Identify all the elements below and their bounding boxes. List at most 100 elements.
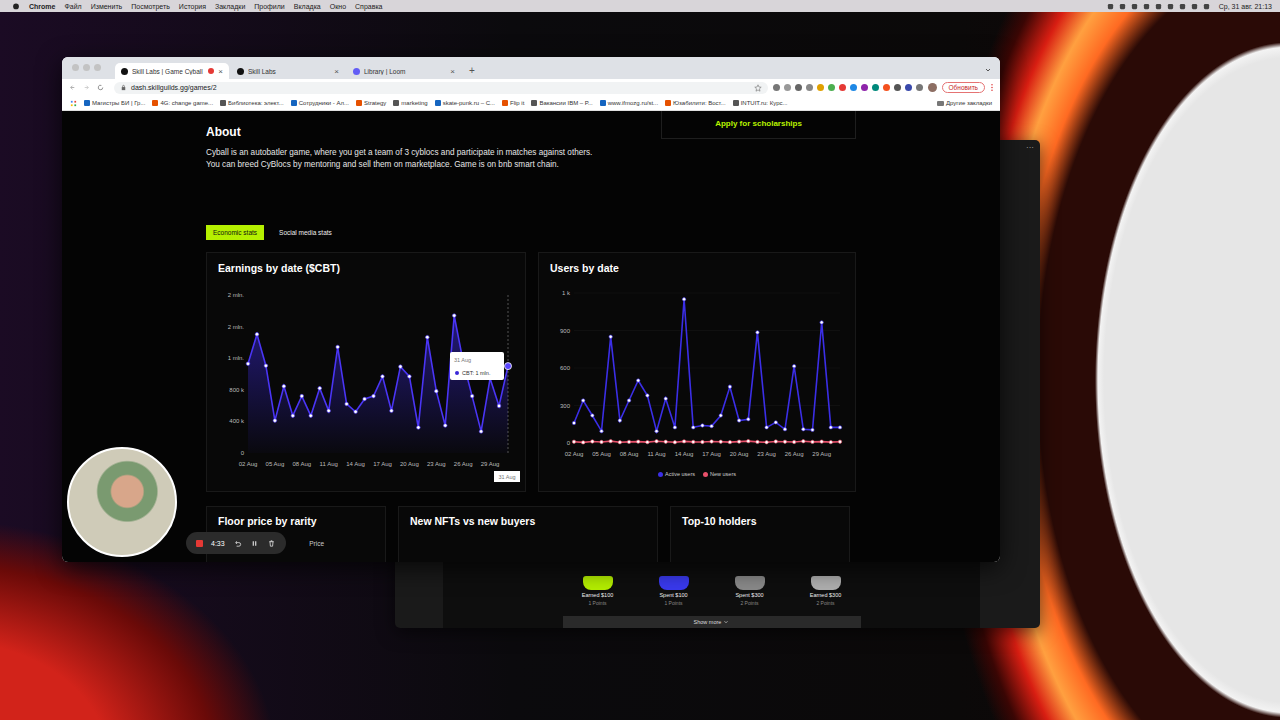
- back-arrow-icon[interactable]: [68, 83, 77, 92]
- extension-icon[interactable]: [795, 84, 802, 91]
- users-point[interactable]: [646, 440, 649, 443]
- status-icon[interactable]: [1191, 3, 1198, 10]
- users-point[interactable]: [581, 399, 584, 402]
- users-point[interactable]: [673, 441, 676, 444]
- users-point[interactable]: [692, 426, 695, 429]
- tab-close-button[interactable]: ×: [218, 67, 223, 76]
- users-point[interactable]: [637, 379, 640, 382]
- menu-item[interactable]: Закладки: [215, 3, 245, 10]
- users-point[interactable]: [792, 364, 795, 367]
- users-point[interactable]: [600, 440, 603, 443]
- menu-item[interactable]: Изменить: [91, 3, 123, 10]
- stop-recording-button[interactable]: [196, 540, 203, 547]
- earnings-point[interactable]: [408, 375, 412, 379]
- extension-icon[interactable]: [861, 84, 868, 91]
- menu-item[interactable]: Вкладка: [294, 3, 321, 10]
- bookmark-star-icon[interactable]: [754, 84, 762, 92]
- users-point[interactable]: [792, 440, 795, 443]
- apple-icon[interactable]: [12, 2, 20, 10]
- bookmark[interactable]: skate-punk.ru – С...: [435, 100, 495, 106]
- users-point[interactable]: [637, 440, 640, 443]
- earnings-point[interactable]: [443, 424, 447, 428]
- users-point[interactable]: [756, 331, 759, 334]
- other-bookmarks[interactable]: Другие закладки: [937, 100, 992, 106]
- earnings-point[interactable]: [318, 386, 322, 390]
- users-point[interactable]: [802, 428, 805, 431]
- reward-item[interactable]: Earned $1001 Points: [577, 576, 619, 606]
- new-tab-button[interactable]: +: [463, 65, 481, 79]
- earnings-point[interactable]: [426, 335, 430, 339]
- users-point[interactable]: [682, 440, 685, 443]
- earnings-point[interactable]: [372, 394, 376, 398]
- earnings-point[interactable]: [327, 409, 331, 413]
- menu-item[interactable]: Файл: [64, 3, 81, 10]
- users-point[interactable]: [783, 440, 786, 443]
- users-point[interactable]: [838, 440, 841, 443]
- earnings-point[interactable]: [479, 430, 483, 434]
- menu-item[interactable]: Профили: [254, 3, 284, 10]
- close-window-icon[interactable]: [72, 64, 79, 71]
- users-point[interactable]: [765, 441, 768, 444]
- extension-icon[interactable]: [883, 84, 890, 91]
- users-point[interactable]: [701, 424, 704, 427]
- users-point[interactable]: [820, 321, 823, 324]
- undo-icon[interactable]: [233, 539, 242, 548]
- back-menu[interactable]: ···: [1026, 143, 1034, 152]
- users-point[interactable]: [719, 440, 722, 443]
- users-point[interactable]: [692, 440, 695, 443]
- trash-icon[interactable]: [267, 539, 276, 548]
- webcam-bubble[interactable]: [67, 447, 177, 557]
- users-point[interactable]: [581, 441, 584, 444]
- users-point[interactable]: [747, 439, 750, 442]
- pause-icon[interactable]: [250, 539, 259, 548]
- users-point[interactable]: [728, 385, 731, 388]
- menu-item[interactable]: Справка: [355, 3, 382, 10]
- users-plot[interactable]: 03006009001 k02 Aug05 Aug08 Aug11 Aug14 …: [550, 283, 846, 463]
- menu-app[interactable]: Chrome: [29, 3, 55, 10]
- users-point[interactable]: [591, 440, 594, 443]
- tab-close-button[interactable]: ×: [450, 67, 455, 76]
- earnings-point[interactable]: [417, 426, 421, 430]
- users-point[interactable]: [747, 418, 750, 421]
- status-icon[interactable]: [1131, 3, 1138, 10]
- earnings-point[interactable]: [309, 414, 313, 418]
- users-point[interactable]: [802, 440, 805, 443]
- update-button[interactable]: Обновить: [942, 82, 985, 93]
- users-point[interactable]: [719, 414, 722, 417]
- earnings-point[interactable]: [273, 419, 277, 423]
- earnings-point[interactable]: [255, 332, 259, 336]
- extension-icon[interactable]: [916, 84, 923, 91]
- bookmark[interactable]: INTUIT.ru: Курс...: [733, 100, 788, 106]
- reward-item[interactable]: Spent $1001 Points: [653, 576, 695, 606]
- users-point[interactable]: [829, 426, 832, 429]
- users-point[interactable]: [811, 440, 814, 443]
- earnings-point[interactable]: [354, 410, 358, 414]
- users-point[interactable]: [783, 428, 786, 431]
- stat-tab[interactable]: Economic stats: [206, 225, 264, 240]
- earnings-point[interactable]: [434, 389, 438, 393]
- users-point[interactable]: [609, 335, 612, 338]
- stat-tab[interactable]: Social media stats: [272, 225, 339, 240]
- extension-icon[interactable]: [905, 84, 912, 91]
- users-point[interactable]: [774, 440, 777, 443]
- users-point[interactable]: [664, 397, 667, 400]
- users-point[interactable]: [756, 440, 759, 443]
- earnings-point[interactable]: [246, 362, 250, 366]
- users-point[interactable]: [737, 440, 740, 443]
- extension-icon[interactable]: [773, 84, 780, 91]
- earnings-point[interactable]: [291, 414, 295, 418]
- users-point[interactable]: [710, 424, 713, 427]
- status-icon[interactable]: [1119, 3, 1126, 10]
- users-point[interactable]: [829, 440, 832, 443]
- extension-icon[interactable]: [828, 84, 835, 91]
- reward-item[interactable]: Earned $3002 Points: [805, 576, 847, 606]
- extension-icon[interactable]: [784, 84, 791, 91]
- users-point[interactable]: [600, 429, 603, 432]
- users-point[interactable]: [765, 426, 768, 429]
- users-point[interactable]: [664, 440, 667, 443]
- bookmark[interactable]: Юзабилити: Вост...: [665, 100, 726, 106]
- menu-item[interactable]: Окно: [330, 3, 346, 10]
- bookmark[interactable]: Магистры БИ | Гр...: [84, 100, 145, 106]
- users-point[interactable]: [774, 421, 777, 424]
- extension-icon[interactable]: [806, 84, 813, 91]
